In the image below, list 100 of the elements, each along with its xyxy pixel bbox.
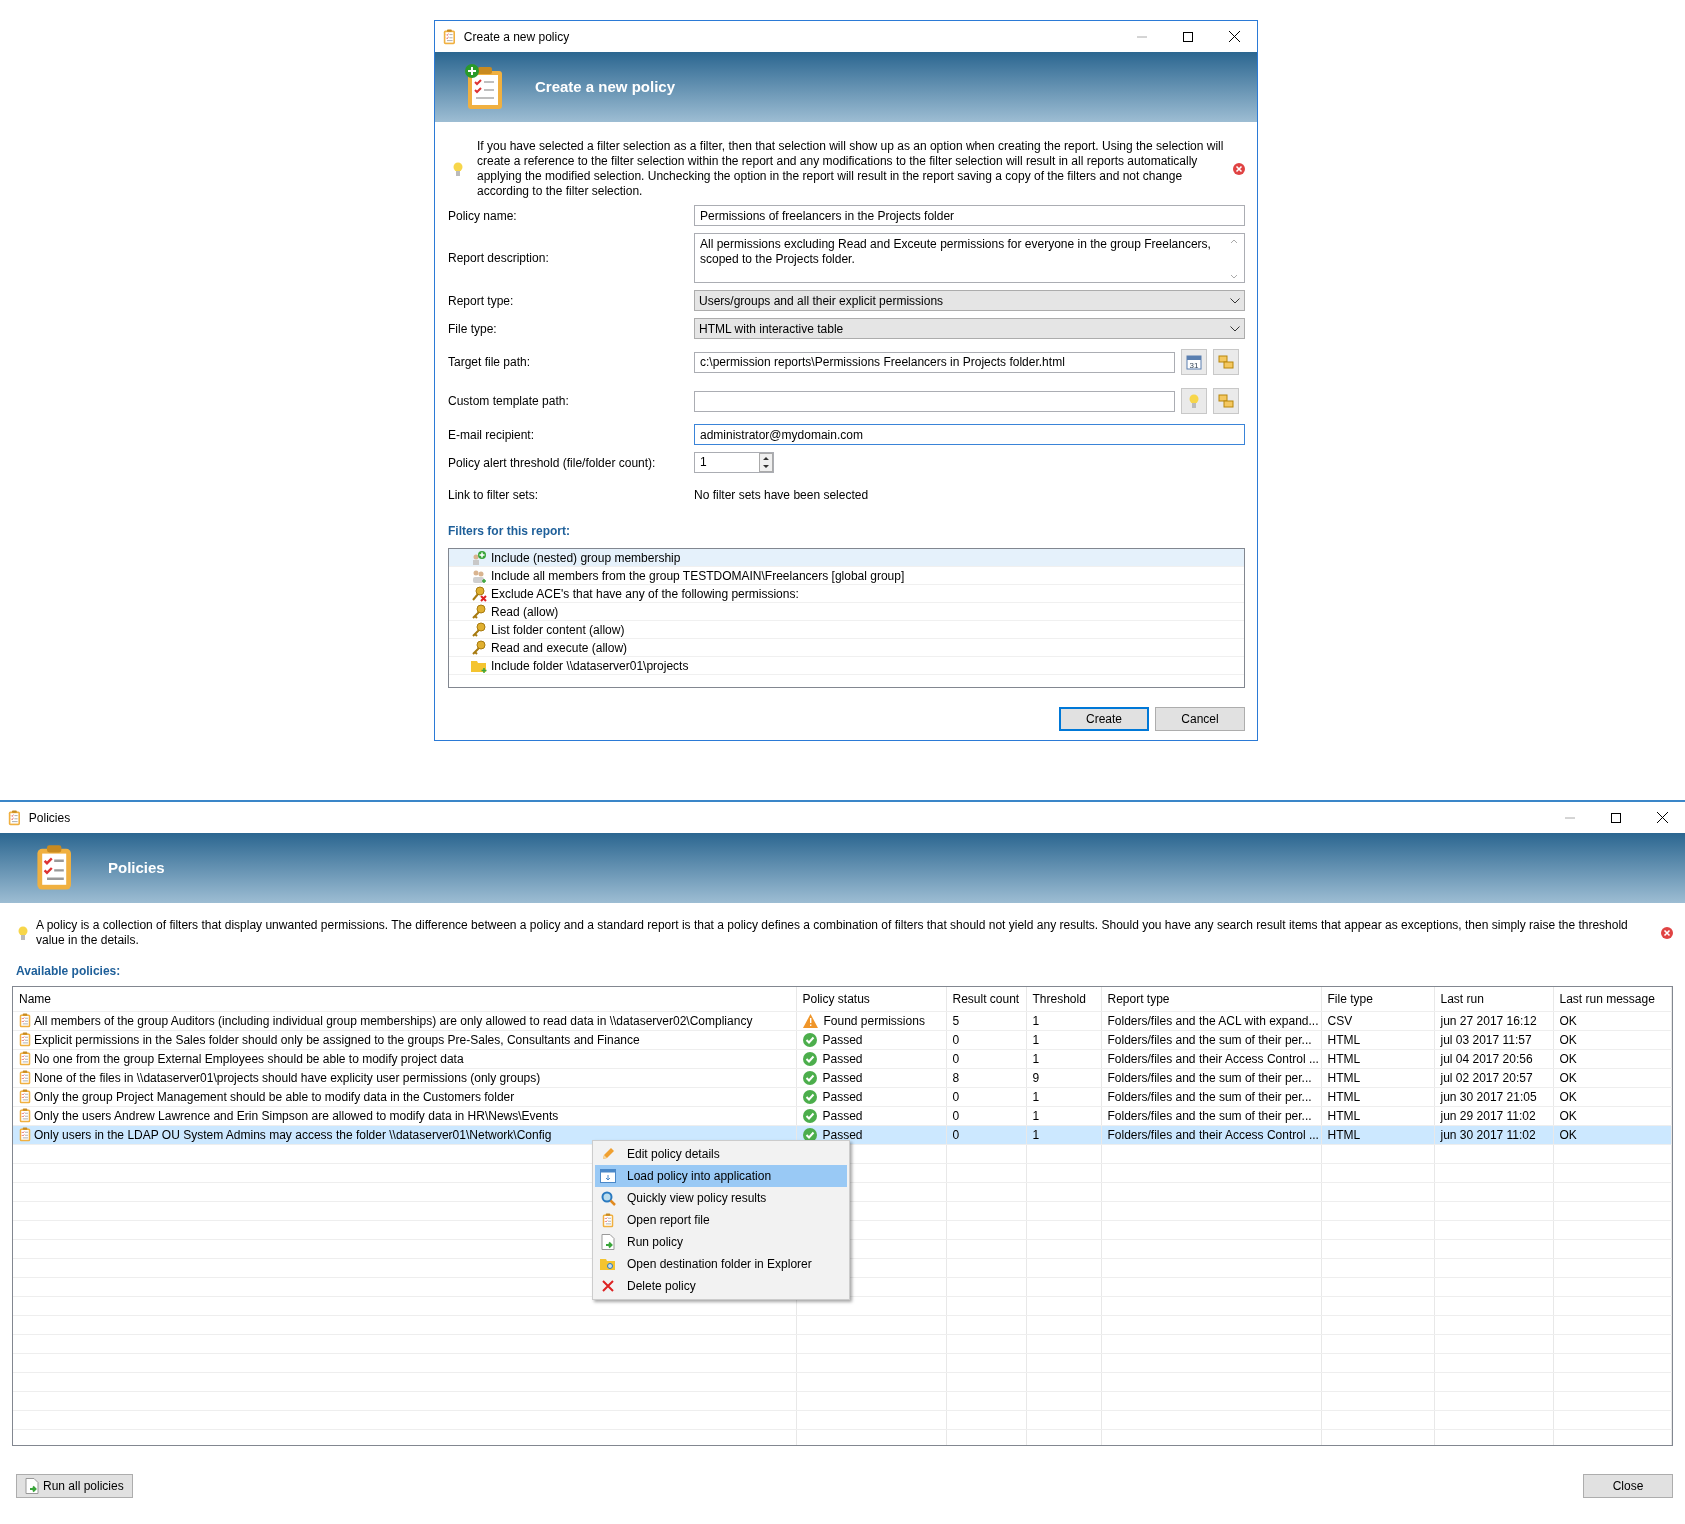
- table-cell-text: Passed: [822, 1050, 863, 1067]
- dialog-button[interactable]: Cancel: [1155, 707, 1245, 731]
- chevron-down-icon: [1230, 325, 1240, 332]
- policy-row[interactable]: Only the group Project Management should be able to modify data in the Customers folder Passed 0 1 Folders/files and the sum of their per... HTML jun 30 2017 21:05 OK: [13, 1087, 1672, 1106]
- table-cell: 0: [946, 1049, 1026, 1068]
- filter-item[interactable]: Exclude ACE's that have any of the following permissions:: [449, 585, 1244, 603]
- filter-item[interactable]: List folder content (allow): [449, 621, 1244, 639]
- date-button[interactable]: 31: [1181, 349, 1207, 375]
- column-header[interactable]: Report type: [1101, 987, 1321, 1011]
- field-label: Report type:: [448, 292, 515, 310]
- folder-plus-icon: [471, 658, 487, 673]
- table-cell: jun 29 2017 11:02: [1434, 1106, 1553, 1125]
- table-cell: 0: [946, 1087, 1026, 1106]
- filter-item[interactable]: Include folder \\dataserver01\projects: [449, 657, 1244, 675]
- table-cell-text: Only the users Andrew Lawrence and Erin Simpson are allowed to modify data in HR\News\Events: [34, 1107, 559, 1124]
- dialog-button[interactable]: Create: [1059, 707, 1149, 731]
- table-cell-text: Only users in the LDAP OU System Admins may access the folder \\dataserver01\Network\Config: [34, 1126, 552, 1143]
- table-cell: jul 04 2017 20:56: [1434, 1049, 1553, 1068]
- key-icon: [471, 603, 487, 620]
- warning-icon: [802, 1013, 818, 1028]
- table-cell-text: Passed: [822, 1069, 863, 1086]
- column-header[interactable]: Last run message: [1553, 987, 1672, 1011]
- hint-button[interactable]: [1181, 388, 1207, 414]
- field-label: Policy alert threshold (file/folder count):: [448, 454, 657, 472]
- dropdown[interactable]: HTML with interactive table: [694, 318, 1245, 339]
- menu-item[interactable]: Load policy into application: [595, 1165, 847, 1187]
- spin-field[interactable]: 1: [694, 452, 774, 473]
- section-title: Available policies:: [15, 963, 122, 980]
- table-cell: HTML: [1321, 1049, 1434, 1068]
- menu-item[interactable]: Open report file: [595, 1209, 847, 1231]
- calendar-day: 31: [1189, 361, 1199, 370]
- check-icon: [802, 1127, 817, 1142]
- table-cell: jul 03 2017 11:57: [1434, 1030, 1553, 1049]
- footer-button[interactable]: Close: [1583, 1474, 1673, 1498]
- folders-icon: [1218, 354, 1234, 370]
- menu-item[interactable]: Open destination folder in Explorer: [595, 1253, 847, 1275]
- policy-row[interactable]: None of the files in \\dataserver01\projects should have explicity user permissions (only groups) Passed 8 9 Folders/files and the sum of their per... HTML jul 02 2017 20:57 OK: [13, 1068, 1672, 1087]
- clipboard-icon: [19, 1032, 31, 1047]
- table-cell: jun 30 2017 21:05: [1434, 1087, 1553, 1106]
- path-field[interactable]: [694, 390, 1175, 412]
- table-cell: 1: [1026, 1087, 1101, 1106]
- footer-button[interactable]: Run all policies: [16, 1474, 133, 1498]
- column-header[interactable]: Threshold: [1026, 987, 1101, 1011]
- column-header[interactable]: File type: [1321, 987, 1434, 1011]
- text-field[interactable]: administrator@mydomain.com: [694, 424, 1245, 445]
- policy-row[interactable]: Only users in the LDAP OU System Admins may access the folder \\dataserver01\Network\Config Passed 0 1 Folders/files and their Access Control ... HTML jun 30 2017 11:02 OK: [13, 1125, 1672, 1144]
- filter-item[interactable]: Include (nested) group membership: [449, 549, 1244, 567]
- filter-item[interactable]: Read and execute (allow): [449, 639, 1244, 657]
- close-icon: [1228, 31, 1240, 42]
- window-title: Create a new policy: [463, 28, 570, 46]
- window-title: Policies: [28, 809, 71, 827]
- description-field[interactable]: All permissions excluding Read and Exceute permissions for everyone in the group Freelancers, scoped to the Projects folder.: [694, 233, 1245, 283]
- dropdown[interactable]: Users/groups and all their explicit permissions: [694, 290, 1245, 311]
- browse-button[interactable]: [1213, 349, 1239, 375]
- clipboard-icon: [19, 1108, 31, 1123]
- table-cell: 8: [946, 1068, 1026, 1087]
- table-cell: Folders/files and the sum of their per...: [1101, 1030, 1321, 1049]
- table-cell: OK: [1553, 1049, 1672, 1068]
- table-cell: 9: [1026, 1068, 1101, 1087]
- policy-row[interactable]: No one from the group External Employees should be able to modify project data Passed 0 1 Folders/files and their Access Control ... HTML jul 04 2017 20:56 OK: [13, 1049, 1672, 1068]
- policy-row[interactable]: Only the users Andrew Lawrence and Erin Simpson are allowed to modify data in HR\News\Events Passed 0 1 Folders/files and the sum of their per... HTML jun 29 2017 11:02 OK: [13, 1106, 1672, 1125]
- table-cell-text: Found permissions: [823, 1012, 925, 1029]
- close-icon[interactable]: [1233, 163, 1245, 175]
- search-icon: [600, 1190, 616, 1206]
- table-cell: HTML: [1321, 1106, 1434, 1125]
- table-cell: 1: [1026, 1030, 1101, 1049]
- policy-row[interactable]: [13, 1011, 1672, 1030]
- clipboard-icon: [443, 28, 456, 45]
- table-cell-text: Passed: [822, 1088, 863, 1105]
- column-header[interactable]: Last run: [1434, 987, 1553, 1011]
- table-cell: jul 02 2017 20:57: [1434, 1068, 1553, 1087]
- filter-sets-text: No filter sets have been selected: [694, 487, 870, 504]
- menu-item[interactable]: Quickly view policy results: [595, 1187, 847, 1209]
- filter-item[interactable]: Include all members from the group TESTDOMAIN\Freelancers [global group]: [449, 567, 1244, 585]
- column-header[interactable]: Name: [13, 987, 796, 1011]
- text-field[interactable]: Permissions of freelancers in the Projects folder: [694, 205, 1245, 226]
- policy-row[interactable]: Explicit permissions in the Sales folder should only be assigned to the groups Pre-Sales, Consultants and Finance Passed 0 1 Folders/files and the sum of their per... HTML jul 03 2017 11:57 OK: [13, 1030, 1672, 1049]
- info-text: A policy is a collection of filters that display unwanted permissions. The difference between a policy and a standard report is that a policy defines a combination of filters that should not yield any results. Should you have any search result items that appear as exceptions, then simply raise the threshold value in the details.: [36, 918, 1629, 948]
- table-cell: Folders/files and the sum of their per...: [1101, 1106, 1321, 1125]
- info-text: If you have selected a filter selection as a filter, then that selection will show up as an option when creating the report. Using the selection will create a reference to the filter selection within the report and any modifications to the filter selection will result in all reports automatically applying the modified selection. Unchecking the option in the report will result in the report saving a copy of the filters and not change according to the filter selection.: [476, 139, 1225, 199]
- maximize-icon: [1611, 812, 1621, 823]
- table-cell: 0: [946, 1030, 1026, 1049]
- field-label: Custom template path:: [448, 393, 570, 410]
- filter-item[interactable]: Read (allow): [449, 603, 1244, 621]
- clipboard-icon: [19, 1127, 31, 1142]
- browse-button[interactable]: [1213, 388, 1239, 414]
- menu-item[interactable]: Delete policy: [595, 1275, 847, 1297]
- window-icon: [600, 1169, 616, 1183]
- close-icon: [1656, 812, 1668, 823]
- clipboard-icon: [19, 1089, 31, 1104]
- menu-item[interactable]: Edit policy details: [595, 1143, 847, 1165]
- column-header[interactable]: Policy status: [796, 987, 946, 1011]
- menu-item[interactable]: Run policy: [595, 1231, 847, 1253]
- table-cell-text: Passed: [822, 1126, 863, 1143]
- table-cell: OK: [1553, 1106, 1672, 1125]
- close-icon[interactable]: [1661, 927, 1673, 939]
- check-icon: [802, 1089, 817, 1104]
- pencil-icon: [601, 1147, 615, 1161]
- path-field[interactable]: c:\permission reports\Permissions Freelancers in Projects folder.html: [694, 351, 1175, 373]
- column-header[interactable]: Result count: [946, 987, 1026, 1011]
